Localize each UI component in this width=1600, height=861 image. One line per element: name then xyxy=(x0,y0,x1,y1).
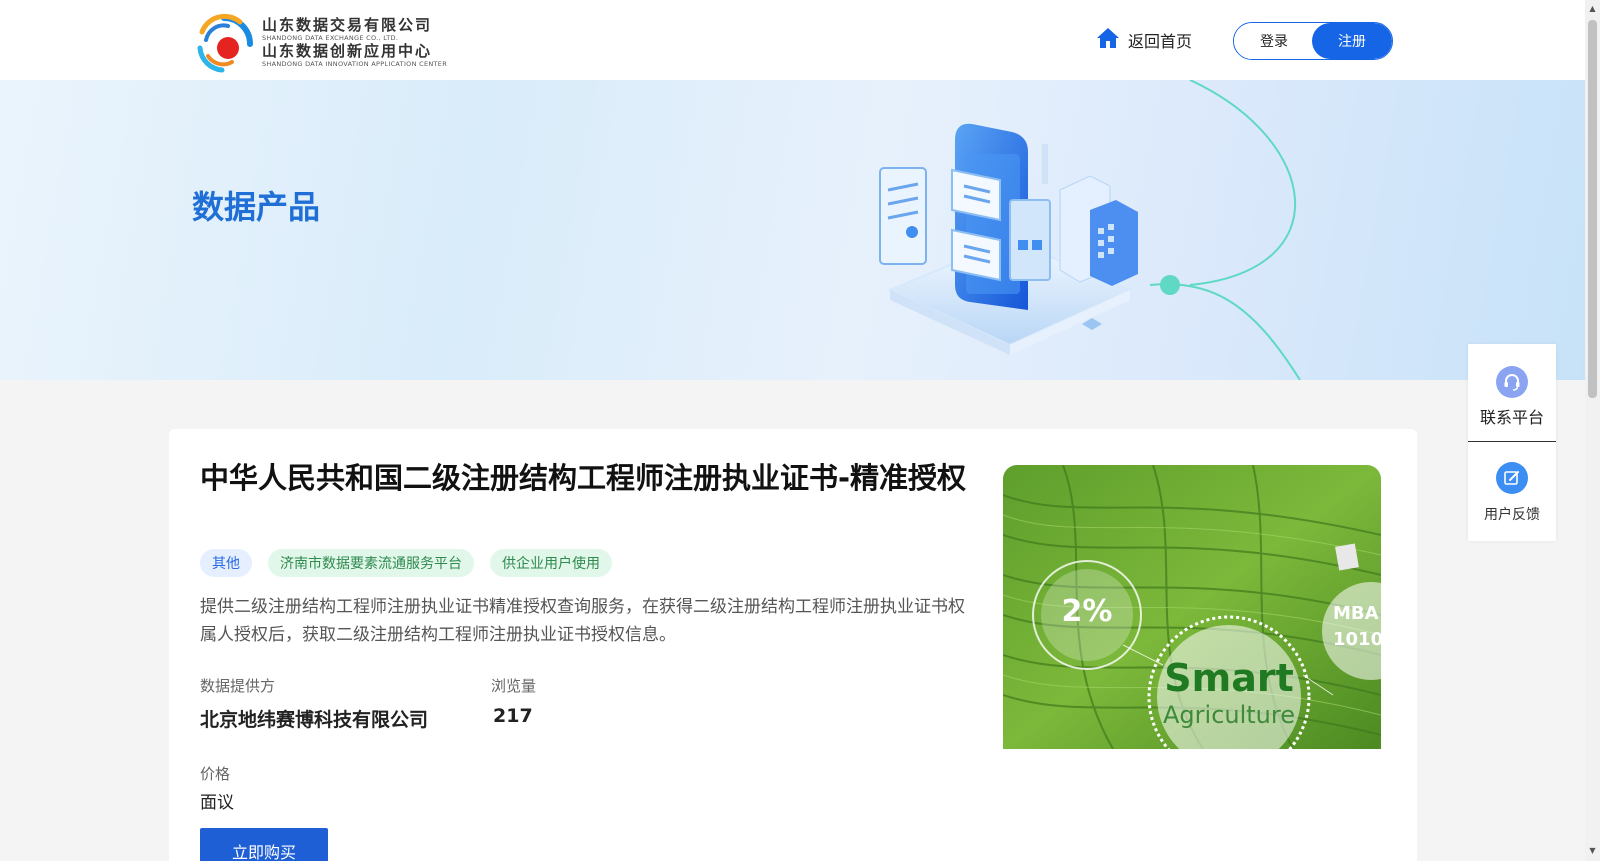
provider-label: 数据提供方 xyxy=(200,677,276,695)
back-home-link[interactable]: 返回首页 xyxy=(1096,26,1192,54)
logo-text: 山东数据交易有限公司 SHANDONG DATA EXCHANGE CO., L… xyxy=(262,15,448,71)
page-banner: 数据产品 xyxy=(0,80,1585,380)
logo-name-en-2: SHANDONG DATA INNOVATION APPLICATION CEN… xyxy=(262,60,448,68)
views-value: 217 xyxy=(493,705,533,727)
top-header: 山东数据交易有限公司 SHANDONG DATA EXCHANGE CO., L… xyxy=(0,0,1585,80)
provider-value: 北京地纬赛博科技有限公司 xyxy=(200,709,429,731)
product-tags: 其他 济南市数据要素流通服务平台 供企业用户使用 xyxy=(200,549,612,577)
price-value: 面议 xyxy=(200,793,234,813)
image-side-text-2: 1010 xyxy=(1333,629,1381,650)
register-button[interactable]: 注册 xyxy=(1312,23,1392,59)
logo-mark-icon xyxy=(192,12,256,76)
home-icon xyxy=(1096,27,1120,53)
logo-name-cn-2: 山东数据创新应用中心 xyxy=(262,42,433,60)
floating-side-panel: 联系平台 用户反馈 xyxy=(1468,344,1556,541)
back-home-label: 返回首页 xyxy=(1128,32,1193,51)
user-feedback-button[interactable]: 用户反馈 xyxy=(1468,462,1556,524)
buy-now-button[interactable]: 立即购买 xyxy=(200,828,328,861)
product-title: 中华人民共和国二级注册结构工程师注册执业证书-精准授权 xyxy=(200,461,967,495)
scrollbar-thumb[interactable] xyxy=(1588,20,1597,398)
page-title: 数据产品 xyxy=(192,188,321,226)
auth-buttons: 登录 注册 xyxy=(1233,22,1393,60)
image-side-text-1: MBA xyxy=(1333,603,1379,624)
tag-audience: 供企业用户使用 xyxy=(490,549,612,577)
contact-platform-button[interactable]: 联系平台 xyxy=(1468,366,1556,428)
image-subline: Agriculture xyxy=(1163,701,1295,729)
image-badge-percent: 2% xyxy=(1062,594,1113,629)
banner-illustration-icon xyxy=(860,80,1420,380)
scroll-up-icon[interactable]: ▲ xyxy=(1588,4,1597,14)
product-description: 提供二级注册结构工程师注册执业证书精准授权查询服务，在获得二级注册结构工程师注册… xyxy=(200,597,965,645)
contact-platform-label: 联系平台 xyxy=(1479,408,1544,427)
page-scrollbar[interactable]: ▲ ▼ xyxy=(1585,0,1600,861)
edit-icon xyxy=(1496,462,1528,494)
product-card: 中华人民共和国二级注册结构工程师注册执业证书-精准授权 其他 济南市数据要素流通… xyxy=(169,429,1417,861)
product-image: 2% Smart Agriculture MBA 1010 xyxy=(1003,465,1381,749)
login-button[interactable]: 登录 xyxy=(1234,23,1314,59)
views-label: 浏览量 xyxy=(491,677,537,695)
headset-icon xyxy=(1496,366,1528,398)
price-label: 价格 xyxy=(200,765,231,783)
scroll-down-icon[interactable]: ▼ xyxy=(1588,846,1597,856)
tag-category: 其他 xyxy=(200,549,252,577)
user-feedback-label: 用户反馈 xyxy=(1484,507,1540,523)
logo-name-cn-1: 山东数据交易有限公司 xyxy=(262,15,433,34)
side-panel-divider xyxy=(1468,441,1556,442)
image-headline: Smart xyxy=(1164,656,1294,700)
company-logo[interactable]: 山东数据交易有限公司 SHANDONG DATA EXCHANGE CO., L… xyxy=(192,12,454,76)
tag-platform: 济南市数据要素流通服务平台 xyxy=(268,549,474,577)
logo-name-en-1: SHANDONG DATA EXCHANGE CO., LTD. xyxy=(262,33,399,42)
